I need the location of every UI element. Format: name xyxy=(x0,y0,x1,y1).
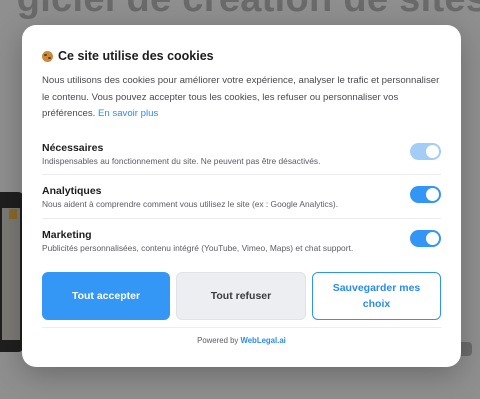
powered-by: Powered by WebLegal.ai xyxy=(22,336,461,345)
save-preferences-button[interactable]: Sauvegarder mes choix xyxy=(312,272,441,320)
refuse-all-button[interactable]: Tout refuser xyxy=(176,272,306,320)
category-necessary: Nécessaires Indispensables au fonctionne… xyxy=(42,142,441,186)
category-name: Nécessaires xyxy=(42,142,104,154)
brand-link[interactable]: WebLegal.ai xyxy=(241,336,286,345)
category-description: Indispensables au fonctionnement du site… xyxy=(42,156,321,166)
dialog-title-text: Ce site utilise des cookies xyxy=(58,49,214,63)
category-marketing: Marketing Publicités personnalisées, con… xyxy=(42,229,441,273)
category-name: Marketing xyxy=(42,229,92,241)
cookie-icon xyxy=(42,50,53,62)
toggle-knob xyxy=(426,188,439,201)
dialog-title: Ce site utilise des cookies xyxy=(42,49,214,63)
accept-all-button[interactable]: Tout accepter xyxy=(42,272,170,320)
marketing-toggle[interactable] xyxy=(410,230,441,247)
dialog-description: Nous utilisons des cookies pour améliore… xyxy=(42,73,440,123)
divider xyxy=(42,174,441,175)
analytics-toggle[interactable] xyxy=(410,186,441,203)
toggle-knob xyxy=(426,145,439,158)
divider xyxy=(42,327,441,328)
toggle-knob xyxy=(426,232,439,245)
divider xyxy=(42,218,441,219)
category-description: Publicités personnalisées, contenu intég… xyxy=(42,243,354,253)
category-analytics: Analytiques Nous aident à comprendre com… xyxy=(42,185,441,229)
cookie-consent-dialog: Ce site utilise des cookies Nous utiliso… xyxy=(22,25,461,367)
category-name: Analytiques xyxy=(42,185,102,197)
necessary-toggle xyxy=(410,143,441,160)
powered-by-prefix: Powered by xyxy=(197,336,239,345)
learn-more-link[interactable]: En savoir plus xyxy=(98,108,158,119)
category-description: Nous aident à comprendre comment vous ut… xyxy=(42,199,339,209)
